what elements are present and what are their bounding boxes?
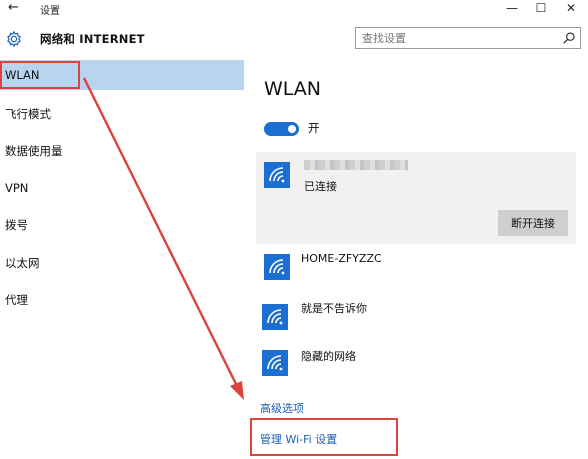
wifi-icon (264, 254, 290, 280)
maximize-button[interactable]: ☐ (531, 0, 551, 16)
title-bar: ← 设置 — ☐ ✕ (0, 0, 588, 18)
annotation-highlight-wlan (0, 61, 80, 89)
page-header: 网络和 INTERNET (0, 18, 588, 60)
sidebar: WLAN 飞行模式 数据使用量 VPN 拨号 以太网 代理 (0, 60, 244, 459)
network-name: HOME-ZFYZZC (301, 252, 382, 265)
wlan-toggle[interactable] (264, 122, 299, 136)
network-name: 隐藏的网络 (301, 350, 356, 363)
sidebar-item-proxy[interactable]: 代理 (0, 285, 244, 315)
gear-icon (7, 30, 21, 48)
connection-status: 已连接 (304, 180, 337, 193)
minimize-button[interactable]: — (502, 0, 522, 16)
connected-network[interactable]: 已连接 断开连接 (256, 152, 576, 244)
network-item[interactable]: 就是不告诉你 (256, 298, 576, 334)
sidebar-item-data-usage[interactable]: 数据使用量 (0, 136, 244, 166)
search-icon[interactable] (562, 31, 576, 45)
network-item[interactable]: HOME-ZFYZZC (256, 250, 576, 286)
main-pane: WLAN 开 已连接 断开连接 HOME-ZFYZZC 就是不告诉你 隐藏的网络… (244, 60, 588, 459)
disconnect-button[interactable]: 断开连接 (498, 210, 568, 236)
sidebar-item-airplane-mode[interactable]: 飞行模式 (0, 99, 244, 129)
sidebar-item-vpn[interactable]: VPN (0, 173, 244, 203)
wifi-icon (264, 162, 290, 188)
search-box[interactable] (355, 27, 581, 49)
advanced-options-link[interactable]: 高级选项 (260, 400, 304, 416)
toggle-knob (288, 125, 296, 133)
page-title: WLAN (264, 78, 322, 100)
toggle-label: 开 (308, 121, 320, 135)
window-title: 设置 (40, 6, 60, 17)
network-name-redacted (304, 160, 408, 170)
sidebar-item-dialup[interactable]: 拨号 (0, 210, 244, 240)
network-name: 就是不告诉你 (301, 302, 367, 315)
wifi-icon (262, 350, 288, 376)
close-button[interactable]: ✕ (561, 0, 581, 16)
sidebar-item-ethernet[interactable]: 以太网 (0, 248, 244, 278)
back-button[interactable]: ← (8, 0, 19, 16)
section-title: 网络和 INTERNET (40, 32, 145, 46)
annotation-highlight-manage-wifi (250, 418, 398, 456)
wifi-icon (262, 304, 288, 330)
search-input[interactable] (362, 30, 552, 46)
network-item[interactable]: 隐藏的网络 (256, 346, 576, 382)
